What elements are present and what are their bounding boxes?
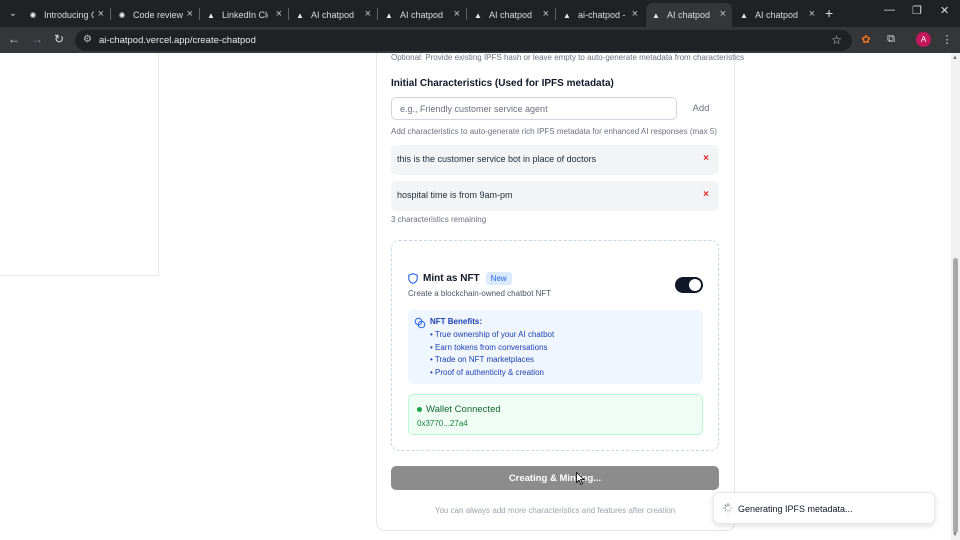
benefit-item: • True ownership of your AI chatbot <box>430 330 555 339</box>
toast-message: Generating IPFS metadata... <box>738 504 853 514</box>
scroll-down-icon[interactable]: ▼ <box>952 532 958 538</box>
wallet-status: Wallet Connected <box>426 404 501 415</box>
connected-dot-icon <box>417 407 422 412</box>
characteristic-item: this is the customer service bot in plac… <box>391 145 719 175</box>
nft-subtitle: Create a blockchain-owned chatbot NFT <box>408 289 552 298</box>
tab-ai-chatpod-5[interactable]: ▲ AI chatpod × <box>739 3 821 27</box>
nft-header: Mint as NFT New <box>408 272 512 285</box>
browser-menu-icon[interactable]: ⋮ <box>939 31 955 47</box>
tab-linkedin-clone[interactable]: ▲ LinkedIn Clon × <box>206 3 288 27</box>
ipfs-hint: Optional: Provide existing IPFS hash or … <box>391 53 745 62</box>
close-tab-icon[interactable]: × <box>454 8 460 20</box>
new-tab-icon[interactable]: + <box>825 5 833 21</box>
characteristic-input[interactable] <box>391 97 677 120</box>
vercel-icon: ▲ <box>296 10 304 20</box>
characteristics-title: Initial Characteristics (Used for IPFS m… <box>391 78 614 89</box>
scroll-up-icon[interactable]: ▲ <box>952 55 958 61</box>
mint-nft-toggle[interactable] <box>675 277 703 293</box>
page-viewport: Optional: Provide existing IPFS hash or … <box>0 53 960 540</box>
tab-ai-chatpod-1[interactable]: ▲ AI chatpod × <box>295 3 377 27</box>
close-tab-icon[interactable]: × <box>98 8 104 20</box>
characteristic-item: hospital time is from 9am-pm × <box>391 181 719 211</box>
tab-separator <box>377 8 378 20</box>
forward-icon[interactable]: → <box>31 32 43 46</box>
remove-characteristic-icon[interactable]: × <box>703 153 709 164</box>
vercel-icon: ▲ <box>652 10 660 20</box>
benefit-item: • Earn tokens from conversations <box>430 343 548 352</box>
tab-ai-chatpod-4[interactable]: ▲ ai-chatpod - × <box>562 3 644 27</box>
benefit-item: • Proof of authenticity & creation <box>430 368 544 377</box>
tab-separator <box>555 8 556 20</box>
close-tab-icon[interactable]: × <box>187 8 193 20</box>
characteristic-text: hospital time is from 9am-pm <box>397 190 513 200</box>
mouse-cursor-icon <box>576 472 585 485</box>
coins-icon <box>414 317 426 329</box>
minimize-icon[interactable]: — <box>884 4 895 16</box>
footer-note: You can always add more characteristics … <box>434 506 676 515</box>
wallet-address: 0x3770...27a4 <box>417 419 468 428</box>
toast-notification: Generating IPFS metadata... <box>713 492 935 524</box>
tab-separator <box>288 8 289 20</box>
tab-code-review[interactable]: ✺ Code review × <box>117 3 199 27</box>
close-tab-icon[interactable]: × <box>632 8 638 20</box>
tab-ai-chatpod-3[interactable]: ▲ AI chatpod × <box>473 3 555 27</box>
vercel-icon: ▲ <box>474 10 482 20</box>
wallet-status-panel: Wallet Connected 0x3770...27a4 <box>408 394 703 435</box>
left-panel <box>0 53 159 276</box>
nft-title: Mint as NFT <box>423 273 480 284</box>
close-tab-icon[interactable]: × <box>720 8 726 20</box>
vercel-icon: ▲ <box>207 10 215 20</box>
openai-icon: ✺ <box>118 10 126 20</box>
remove-characteristic-icon[interactable]: × <box>703 189 709 200</box>
characteristic-text: this is the customer service bot in plac… <box>397 154 597 164</box>
page-scrollbar[interactable]: ▲ ▼ <box>951 53 960 540</box>
openai-icon: ✺ <box>29 10 37 20</box>
characteristics-hint: Add characteristics to auto-generate ric… <box>391 127 717 136</box>
restore-icon[interactable]: ❐ <box>912 4 922 17</box>
loading-spinner-icon <box>723 503 733 513</box>
address-bar[interactable]: ⚙ ai-chatpod.vercel.app/create-chatpod ☆ <box>75 30 852 51</box>
tab-ai-chatpod-active[interactable]: ▲ AI chatpod × <box>646 3 732 27</box>
new-badge: New <box>485 272 512 285</box>
benefit-item: • Trade on NFT marketplaces <box>430 355 535 364</box>
tab-introducing[interactable]: ✺ Introducing C × <box>28 3 110 27</box>
nft-benefits-panel: NFT Benefits: • True ownership of your A… <box>408 310 703 384</box>
site-info-icon[interactable]: ⚙ <box>83 34 92 45</box>
url-text: ai-chatpod.vercel.app/create-chatpod <box>99 35 256 46</box>
tab-search-icon[interactable]: ⌄ <box>4 4 22 22</box>
shield-icon <box>408 273 418 284</box>
tab-strip: ⌄ ✺ Introducing C × ✺ Code review × ▲ Li… <box>0 0 960 27</box>
close-tab-icon[interactable]: × <box>809 8 815 20</box>
benefits-title: NFT Benefits: <box>430 317 482 326</box>
tab-separator <box>110 8 111 20</box>
add-characteristic-button[interactable]: Add <box>683 97 719 120</box>
close-tab-icon[interactable]: × <box>276 8 282 20</box>
extension-icon[interactable]: ✿ <box>858 31 874 47</box>
vercel-icon: ▲ <box>385 10 393 20</box>
characteristics-remaining: 3 characteristics remaining <box>391 215 487 224</box>
tab-separator <box>199 8 200 20</box>
vercel-icon: ▲ <box>563 10 571 20</box>
tab-separator <box>466 8 467 20</box>
scrollbar-thumb[interactable] <box>953 258 958 533</box>
create-mint-button[interactable]: Creating & Minting... <box>391 466 719 490</box>
reload-icon[interactable]: ↻ <box>54 32 64 46</box>
back-icon[interactable]: ← <box>8 32 20 46</box>
profile-avatar[interactable]: A <box>916 32 931 47</box>
toggle-knob <box>689 279 701 291</box>
tab-ai-chatpod-2[interactable]: ▲ AI chatpod × <box>384 3 466 27</box>
browser-toolbar: ← → ↻ ⚙ ai-chatpod.vercel.app/create-cha… <box>0 27 960 53</box>
close-tab-icon[interactable]: × <box>543 8 549 20</box>
bookmark-star-icon[interactable]: ☆ <box>831 33 842 47</box>
extensions-puzzle-icon[interactable]: ⧉ <box>883 31 899 47</box>
window-close-icon[interactable]: ✕ <box>940 4 949 17</box>
vercel-icon: ▲ <box>740 10 748 20</box>
close-tab-icon[interactable]: × <box>365 8 371 20</box>
